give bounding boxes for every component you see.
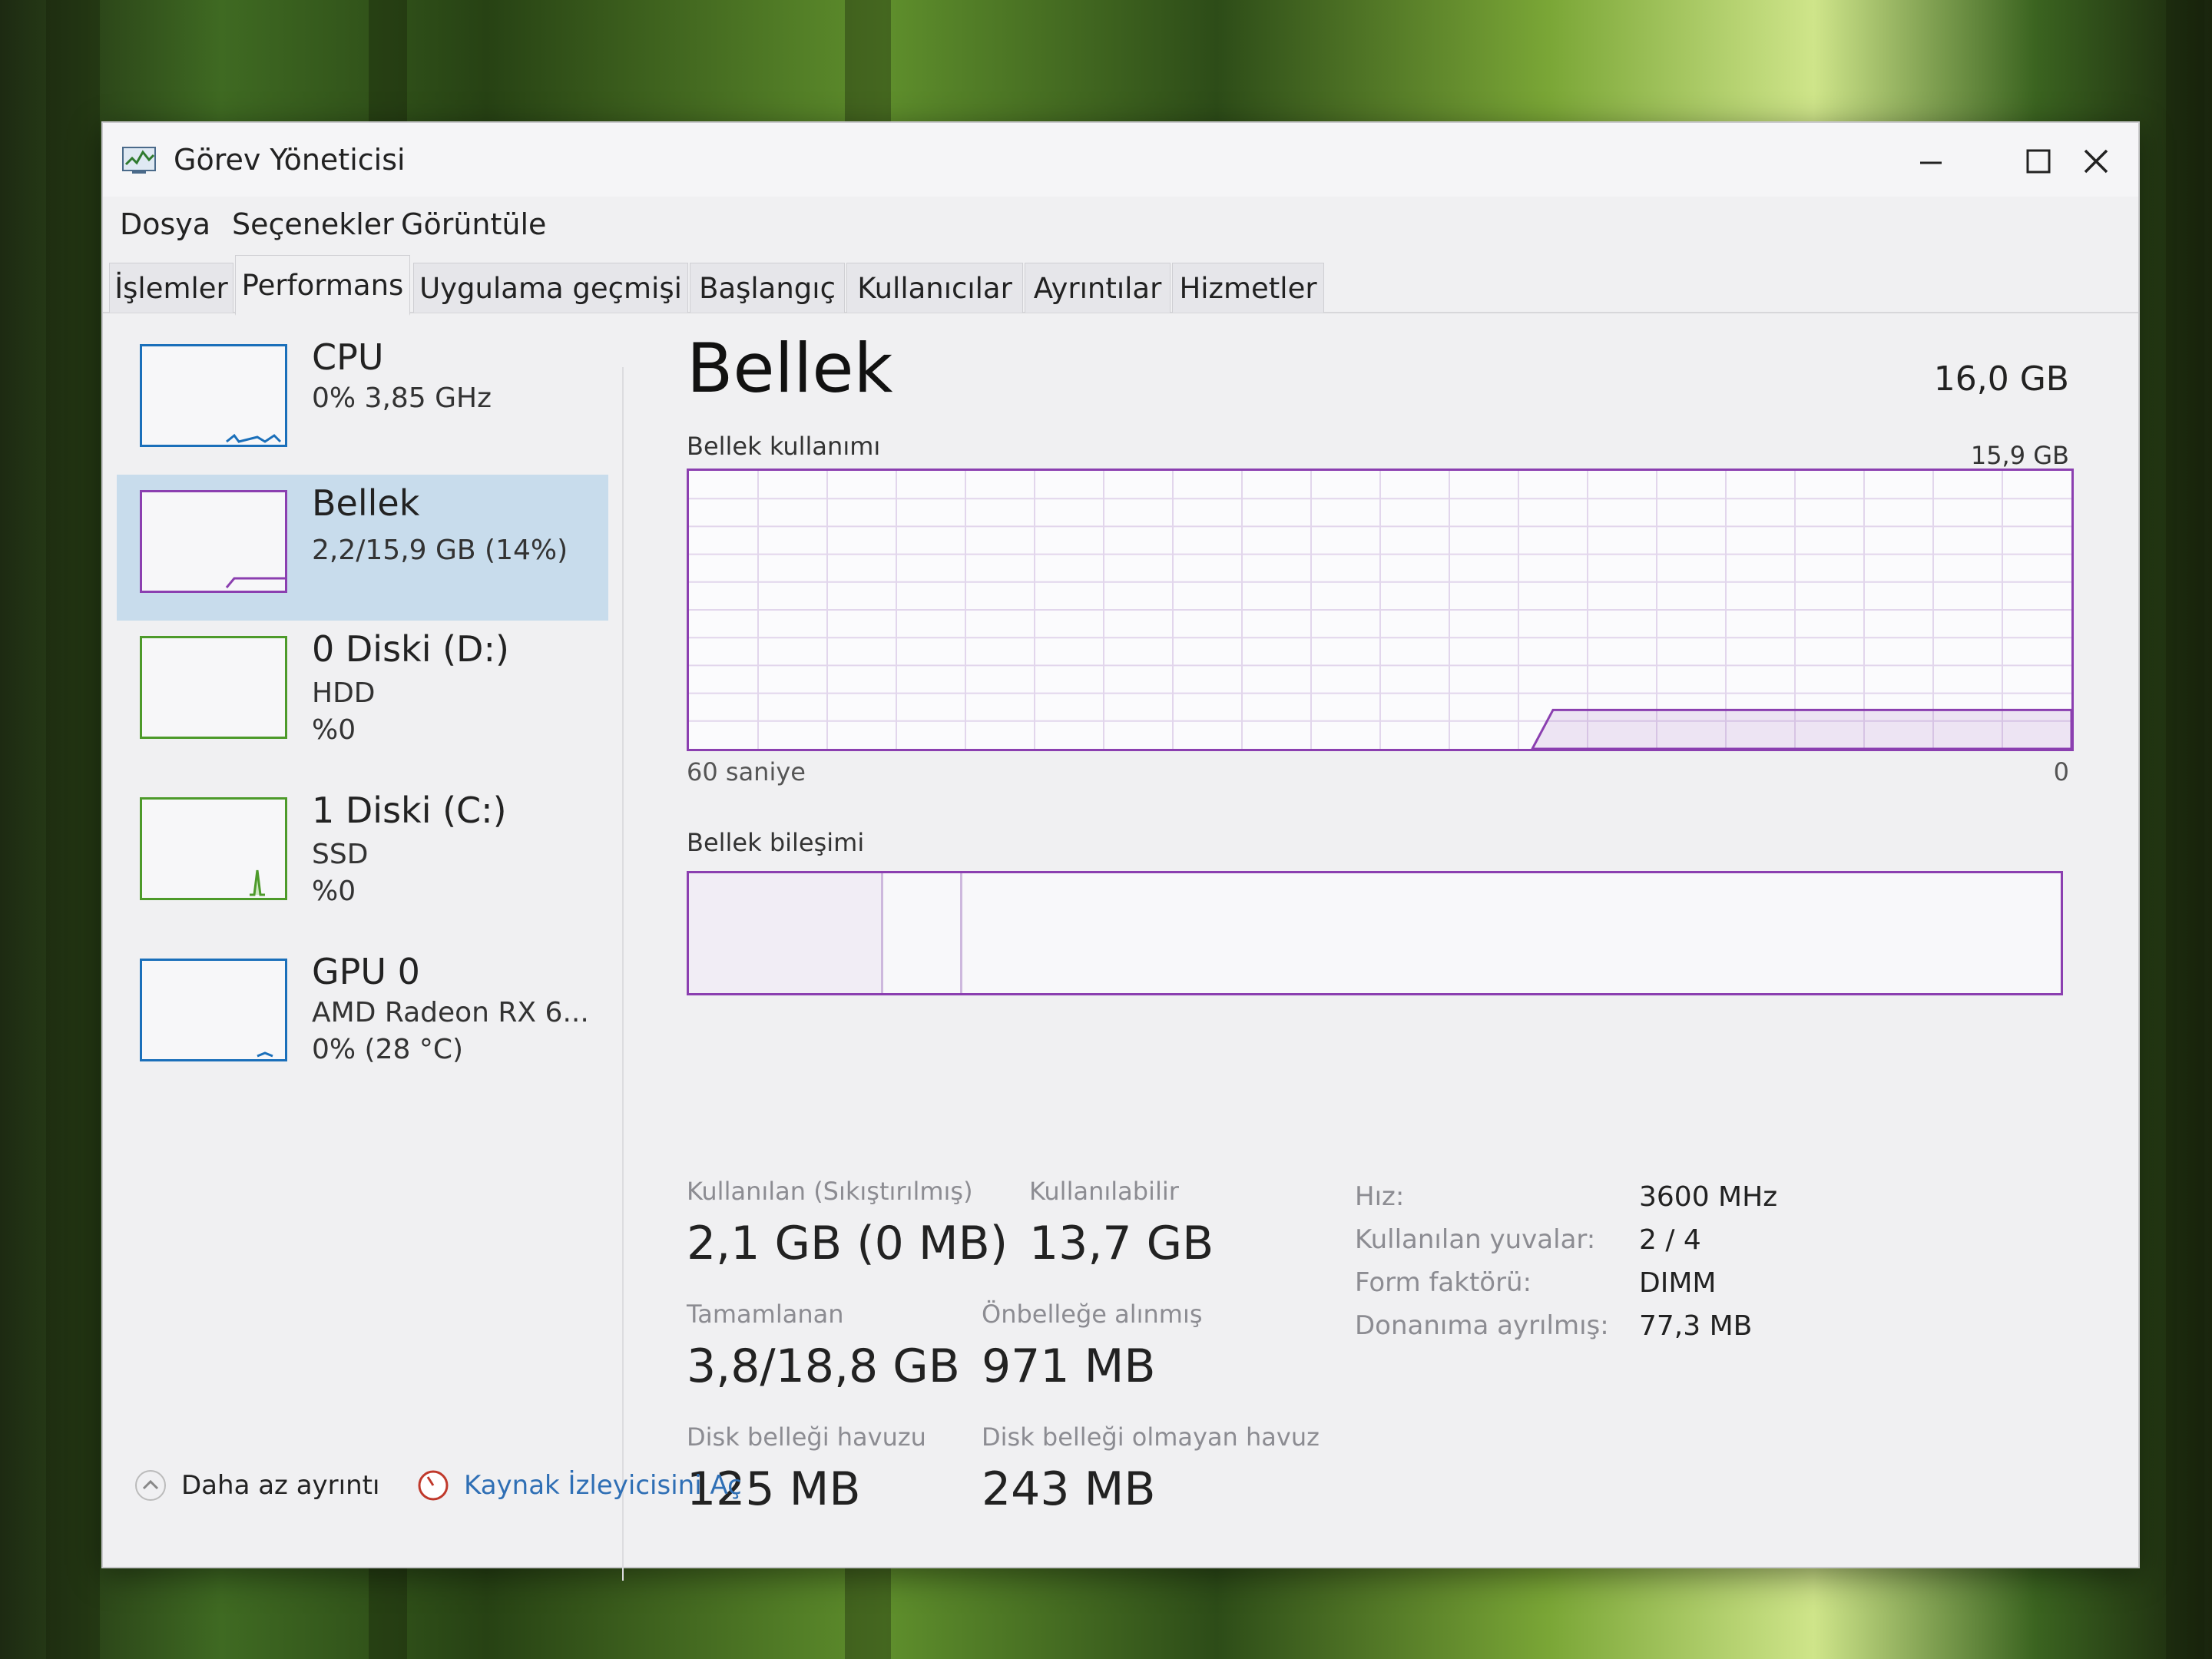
sidebar-item-gpu-model: AMD Radeon RX 6... <box>312 997 589 1028</box>
spec-speed-value: 3600 MHz <box>1639 1181 1778 1213</box>
sidebar-item-detail: %0 <box>312 876 356 907</box>
stat-used-value: 2,1 GB (0 MB) <box>687 1217 1008 1270</box>
background-stalk <box>2166 0 2204 1659</box>
sidebar-item-type: SSD <box>312 839 369 870</box>
spec-hardware-reserved-label: Donanıma ayrılmış: <box>1355 1310 1609 1341</box>
disk-c-thumbnail-graph <box>140 797 287 900</box>
graph-time-min: 0 <box>2053 757 2069 786</box>
tab-services[interactable]: Hizmetler <box>1172 263 1324 313</box>
memory-composition-bar <box>687 871 2063 995</box>
spec-hardware-reserved-value: 77,3 MB <box>1639 1310 1753 1342</box>
sidebar-item-gpu[interactable]: GPU 0 AMD Radeon RX 6... 0% (28 °C) <box>117 943 608 1089</box>
stat-available-value: 13,7 GB <box>1029 1217 1214 1270</box>
sidebar-item-label: CPU <box>312 336 384 378</box>
disk-d-thumbnail-graph <box>140 636 287 739</box>
tab-startup[interactable]: Başlangıç <box>690 263 845 313</box>
resource-monitor-icon <box>418 1470 449 1501</box>
maximize-icon <box>2026 149 2051 174</box>
stat-cached-label: Önbelleğe alınmış <box>982 1300 1203 1329</box>
background-stalk <box>46 0 100 1659</box>
fewer-details-label: Daha az ayrıntı <box>181 1470 380 1501</box>
memory-usage-area <box>1531 708 2071 749</box>
open-resource-monitor-link[interactable]: Kaynak İzleyicisini Aç <box>416 1469 742 1502</box>
sidebar-item-type: HDD <box>312 677 376 709</box>
menu-file[interactable]: Dosya <box>120 207 210 241</box>
fewer-details-button[interactable]: Daha az ayrıntı <box>134 1469 379 1502</box>
sidebar-divider <box>622 367 624 1581</box>
window-title: Görev Yöneticisi <box>174 143 406 177</box>
cpu-thumbnail-graph <box>140 344 287 447</box>
minimize-button[interactable] <box>1892 131 1969 192</box>
spec-form-factor-value: DIMM <box>1639 1267 1717 1299</box>
chevron-up-icon <box>135 1470 166 1501</box>
tab-details[interactable]: Ayrıntılar <box>1025 263 1171 313</box>
tab-app-history[interactable]: Uygulama geçmişi <box>413 263 688 313</box>
spec-slots-label: Kullanılan yuvalar: <box>1355 1224 1596 1255</box>
stat-committed-label: Tamamlanan <box>687 1300 844 1329</box>
spec-speed-label: Hız: <box>1355 1181 1405 1212</box>
performance-sidebar: CPU 0% 3,85 GHz Bellek 2,2/15,9 GB (14%)… <box>117 329 608 1442</box>
memory-usage-max: 15,9 GB <box>1970 441 2069 470</box>
footer-bar: Daha az ayrıntı Kaynak İzleyicisini Aç <box>134 1459 1055 1521</box>
sidebar-item-detail: 2,2/15,9 GB (14%) <box>312 535 568 566</box>
graph-time-label: 60 saniye <box>687 757 806 786</box>
stat-paged-pool-label: Disk belleği havuzu <box>687 1422 926 1452</box>
composition-modified-segment <box>883 873 962 993</box>
memory-total: 16,0 GB <box>1933 359 2069 399</box>
open-resource-monitor-label: Kaynak İzleyicisini Aç <box>464 1470 742 1501</box>
sidebar-item-disk-d[interactable]: 0 Diski (D:) HDD %0 <box>117 621 608 767</box>
spec-form-factor-label: Form faktörü: <box>1355 1267 1532 1298</box>
stat-committed-value: 3,8/18,8 GB <box>687 1339 960 1393</box>
memory-detail-panel: Bellek 16,0 GB Bellek kullanımı 15,9 GB … <box>687 329 2074 1516</box>
close-icon <box>2084 149 2108 174</box>
task-manager-window: Görev Yöneticisi Dosya Seçenekler Görünt… <box>101 121 2140 1581</box>
tab-users[interactable]: Kullanıcılar <box>846 263 1023 313</box>
sidebar-item-memory[interactable]: Bellek 2,2/15,9 GB (14%) <box>117 475 608 621</box>
menu-view[interactable]: Görüntüle <box>401 207 546 241</box>
sidebar-item-cpu[interactable]: CPU 0% 3,85 GHz <box>117 329 608 475</box>
sidebar-item-detail: 0% 3,85 GHz <box>312 382 492 414</box>
tab-processes[interactable]: İşlemler <box>109 263 233 313</box>
close-button[interactable] <box>2058 131 2134 192</box>
menu-bar: Dosya Seçenekler Görüntüle <box>103 197 2138 250</box>
sidebar-item-detail: 0% (28 °C) <box>312 1034 464 1065</box>
stat-nonpaged-pool-label: Disk belleği olmayan havuz <box>982 1422 1320 1452</box>
sidebar-item-disk-c[interactable]: 1 Diski (C:) SSD %0 <box>117 782 608 928</box>
minimize-icon <box>1920 161 1942 164</box>
gpu-thumbnail-graph <box>140 959 287 1061</box>
sidebar-item-label: GPU 0 <box>312 951 420 992</box>
page-title: Bellek <box>687 329 893 408</box>
memory-usage-label: Bellek kullanımı <box>687 432 881 461</box>
graph-grid <box>689 471 2071 749</box>
composition-in-use-segment <box>689 873 883 993</box>
stat-available-label: Kullanılabilir <box>1029 1177 1179 1206</box>
memory-composition-label: Bellek bileşimi <box>687 828 865 857</box>
memory-thumbnail-graph <box>140 490 287 593</box>
title-bar[interactable]: Görev Yöneticisi <box>103 123 2138 197</box>
spec-slots-value: 2 / 4 <box>1639 1224 1701 1256</box>
stat-used-label: Kullanılan (Sıkıştırılmış) <box>687 1177 973 1206</box>
memory-usage-graph <box>687 469 2074 751</box>
tab-performance[interactable]: Performans <box>235 255 410 316</box>
stat-cached-value: 971 MB <box>982 1339 1156 1393</box>
tab-strip: İşlemler Performans Uygulama geçmişi Baş… <box>103 250 2138 316</box>
sidebar-item-label: Bellek <box>312 482 420 524</box>
task-manager-app-icon <box>122 147 156 174</box>
sidebar-item-label: 0 Diski (D:) <box>312 628 509 670</box>
sidebar-item-label: 1 Diski (C:) <box>312 790 507 831</box>
menu-options[interactable]: Seçenekler <box>232 207 394 241</box>
sidebar-item-detail: %0 <box>312 714 356 746</box>
